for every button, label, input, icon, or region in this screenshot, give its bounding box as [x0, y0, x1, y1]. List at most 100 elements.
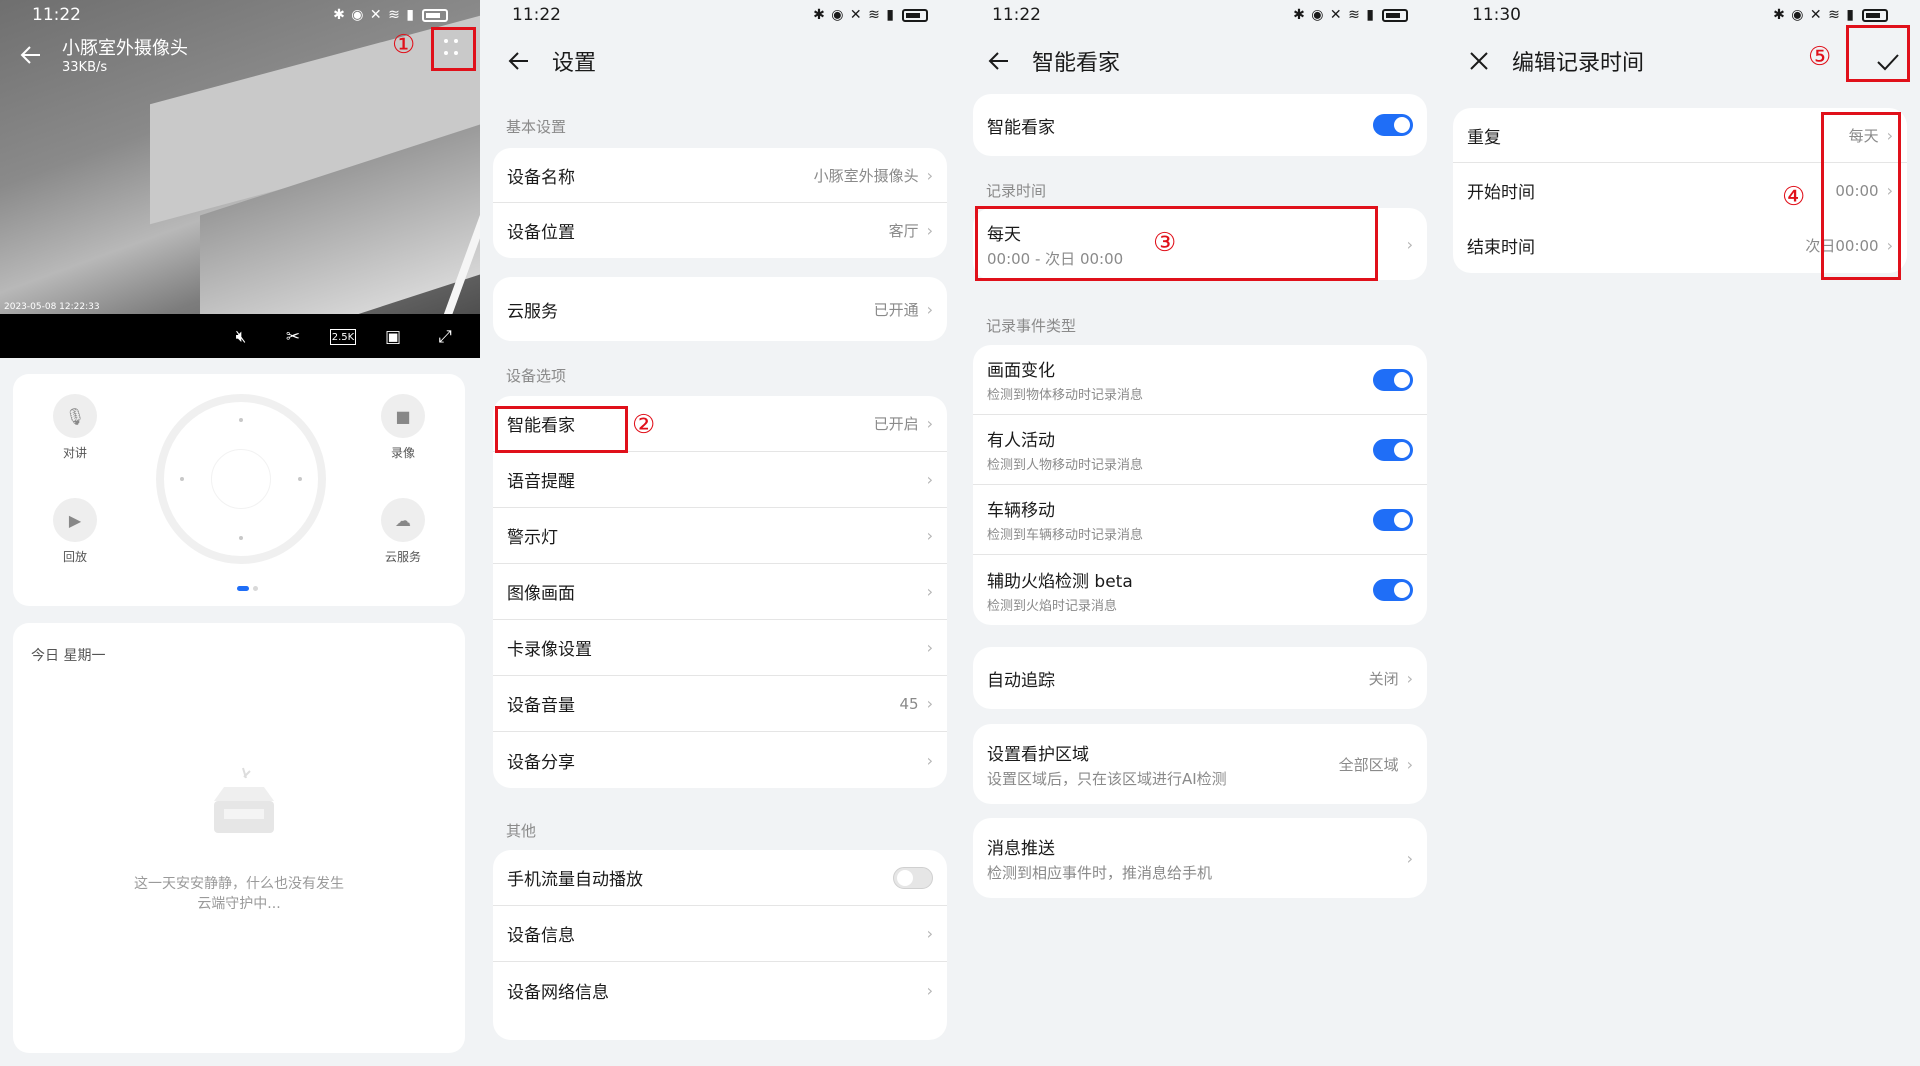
- chevron-right-icon: ›: [926, 165, 933, 185]
- highlight-box-1: [431, 27, 476, 71]
- step-marker-3: ③: [1153, 228, 1177, 258]
- empty-box-icon: [214, 767, 274, 833]
- status-icons: ✱ ◉ ✕ ≋ ▮: [333, 7, 448, 23]
- chevron-right-icon: ›: [926, 582, 933, 601]
- smart-guard-screen: 11:22 ✱ ◉ ✕ ≋ ▮ 智能看家 智能看家 记录时间 每天 00:00 …: [960, 0, 1440, 1066]
- device-location-row[interactable]: 设备位置 客厅 ›: [493, 203, 947, 258]
- event-row-vehicle: 车辆移动 检测到车辆移动时记录消息: [973, 485, 1427, 555]
- chevron-right-icon: ›: [926, 694, 933, 713]
- back-arrow-icon[interactable]: [18, 42, 44, 68]
- network-info-row[interactable]: 设备网络信息 ›: [493, 962, 947, 1018]
- playback-button[interactable]: ▶ 回放: [43, 498, 107, 565]
- resolution-button[interactable]: 2.5K: [330, 329, 356, 345]
- image-settings-row[interactable]: 图像画面 ›: [493, 564, 947, 620]
- cloud-service-row[interactable]: 云服务 已开通 ›: [493, 277, 947, 341]
- motion-toggle[interactable]: [1373, 368, 1413, 391]
- play-icon: ▶: [53, 498, 97, 542]
- talk-button[interactable]: 🎙︎ 对讲: [43, 394, 107, 461]
- empty-message: 这一天安安静静，什么也没有发生: [134, 876, 344, 892]
- flame-toggle[interactable]: [1373, 579, 1413, 601]
- step-marker-2: ②: [632, 410, 656, 440]
- smart-guard-appbar: 智能看家: [960, 38, 1440, 84]
- empty-submessage: 云端守护中...: [197, 896, 281, 912]
- voice-alert-row[interactable]: 语音提醒 ›: [493, 452, 947, 508]
- event-row-flame: 辅助火焰检测 beta 检测到火焰时记录消息: [973, 555, 1427, 625]
- chevron-right-icon: ›: [926, 221, 933, 240]
- auto-track-row[interactable]: 自动追踪 关闭 ›: [973, 647, 1427, 709]
- battery-icon: [1382, 8, 1408, 22]
- cloud-card: 云服务 已开通 ›: [493, 277, 947, 341]
- status-bar: 11:22 ✱ ◉ ✕ ≋ ▮: [480, 0, 960, 30]
- device-share-row[interactable]: 设备分享 ›: [493, 732, 947, 788]
- device-name-row[interactable]: 设备名称 小豚室外摄像头 ›: [493, 148, 947, 203]
- back-arrow-icon[interactable]: [986, 48, 1012, 74]
- event-row-motion: 画面变化 检测到物体移动时记录消息: [973, 345, 1427, 415]
- snapshot-icon[interactable]: ✂: [278, 322, 308, 352]
- section-record-time: 记录时间: [986, 182, 1047, 200]
- page-title: 智能看家: [1032, 51, 1121, 76]
- section-other: 其他: [506, 822, 537, 840]
- other-card: 手机流量自动播放 设备信息 › 设备网络信息 ›: [493, 850, 947, 1040]
- event-types-card: 画面变化 检测到物体移动时记录消息 有人活动 检测到人物移动时记录消息 车辆移动 检测…: [973, 345, 1427, 625]
- section-event-types: 记录事件类型: [986, 317, 1077, 335]
- chevron-right-icon: ›: [926, 299, 933, 319]
- edit-record-time-screen: 11:30 ✱ ◉ ✕ ≋ ▮ 编辑记录时间 ⑤ 重复 每天 › 开始时间 00:00…: [1440, 0, 1920, 1066]
- mute-icon[interactable]: 🔇︎: [226, 322, 256, 352]
- event-timeline-card: 今日 星期一 这一天安安静静，什么也没有发生 云端守护中...: [13, 623, 465, 1053]
- smart-guard-toggle-card: 智能看家: [973, 94, 1427, 156]
- camera-name: 小豚室外摄像头: [62, 38, 188, 59]
- record-button[interactable]: ■ 录像: [371, 394, 435, 461]
- chevron-right-icon: ›: [926, 924, 933, 943]
- event-row-person: 有人活动 检测到人物移动时记录消息: [973, 415, 1427, 485]
- cloud-icon: ☁: [381, 498, 425, 542]
- page-title: 设置: [552, 51, 597, 76]
- step-marker-5: ⑤: [1808, 42, 1832, 72]
- autoplay-toggle[interactable]: [893, 866, 933, 889]
- camera-live-screen: 2023-05-08 12:22:33 🔇︎ ✂ 2.5K ▣ ⤢ 11:22 …: [0, 0, 480, 1066]
- cloud-service-button[interactable]: ☁ 云服务: [371, 498, 435, 565]
- status-bar: 11:22 ✱ ◉ ✕ ≋ ▮: [0, 0, 480, 30]
- chevron-right-icon: ›: [1406, 668, 1413, 688]
- card-record-row[interactable]: 卡录像设置 ›: [493, 620, 947, 676]
- status-icons: ✱ ◉ ✕ ≋ ▮: [813, 7, 928, 23]
- chevron-right-icon: ›: [926, 414, 933, 433]
- battery-icon: [422, 8, 448, 22]
- highlight-box-5: [1846, 25, 1910, 82]
- bitrate: 33KB/s: [62, 60, 108, 75]
- video-controls: 🔇︎ ✂ 2.5K ▣ ⤢: [226, 322, 460, 352]
- chevron-right-icon: ›: [1406, 848, 1413, 868]
- device-options-card: 智能看家 已开启 › 语音提醒 › 警示灯 › 图像画面 › 卡录像设置 › 设备音量 45 ›…: [493, 396, 947, 788]
- back-arrow-icon[interactable]: [506, 48, 532, 74]
- push-row[interactable]: 消息推送 检测到相应事件时，推消息给手机 ›: [973, 818, 1427, 898]
- close-icon[interactable]: [1466, 48, 1492, 74]
- microphone-icon: 🎙︎: [53, 394, 97, 438]
- video-camera-icon: ■: [381, 394, 425, 438]
- status-icons: ✱ ◉ ✕ ≋ ▮: [1293, 7, 1408, 23]
- chevron-right-icon: ›: [926, 526, 933, 545]
- guard-zone-row[interactable]: 设置看护区域 设置区域后，只在该区域进行AI检测 全部区域 ›: [973, 724, 1427, 804]
- vehicle-toggle[interactable]: [1373, 508, 1413, 531]
- page-title: 编辑记录时间: [1512, 51, 1645, 76]
- chevron-right-icon: ›: [1406, 754, 1413, 774]
- device-info-row[interactable]: 设备信息 ›: [493, 906, 947, 962]
- autoplay-row: 手机流量自动播放: [493, 850, 947, 906]
- today-label: 今日 星期一: [31, 648, 106, 664]
- device-volume-row[interactable]: 设备音量 45 ›: [493, 676, 947, 732]
- highlight-box-3: [975, 206, 1378, 281]
- guard-zone-card: 设置看护区域 设置区域后，只在该区域进行AI检测 全部区域 ›: [973, 724, 1427, 804]
- section-basic: 基本设置: [506, 118, 567, 136]
- push-card: 消息推送 检测到相应事件时，推消息给手机 ›: [973, 818, 1427, 898]
- step-marker-4: ④: [1782, 182, 1806, 212]
- smart-guard-toggle[interactable]: [1373, 114, 1413, 136]
- status-bar: 11:22 ✱ ◉ ✕ ≋ ▮: [960, 0, 1440, 30]
- auto-track-card: 自动追踪 关闭 ›: [973, 647, 1427, 709]
- warning-light-row[interactable]: 警示灯 ›: [493, 508, 947, 564]
- split-screen-icon[interactable]: ▣: [378, 322, 408, 352]
- settings-appbar: 设置: [480, 38, 960, 84]
- fullscreen-icon[interactable]: ⤢: [430, 322, 460, 352]
- chevron-right-icon: ›: [926, 980, 933, 1000]
- page-indicator: [237, 586, 258, 591]
- step-marker-1: ①: [392, 30, 416, 60]
- ptz-joystick[interactable]: [156, 394, 326, 564]
- person-toggle[interactable]: [1373, 438, 1413, 461]
